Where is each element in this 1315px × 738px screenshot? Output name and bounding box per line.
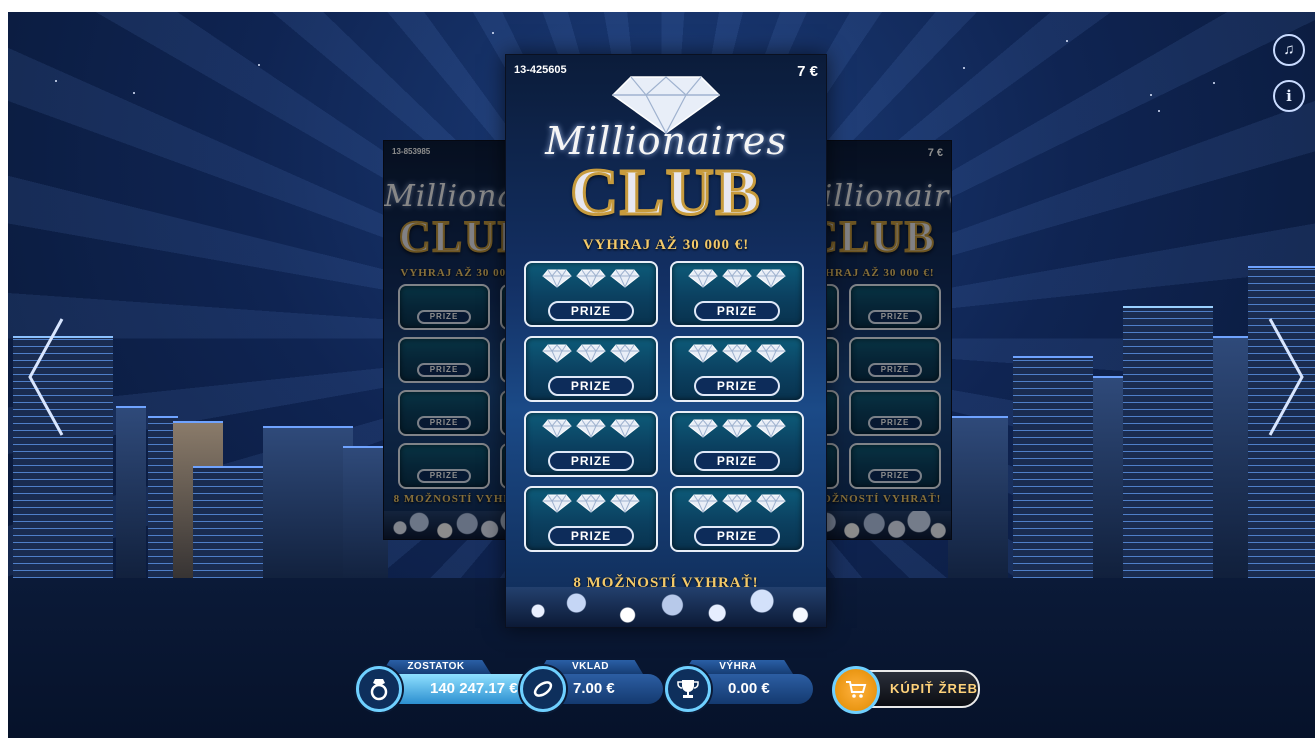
prize-label: PRIZE <box>417 416 471 430</box>
ticket-serial: 13-853985 <box>392 147 431 156</box>
prize-label: PRIZE <box>548 376 634 396</box>
diamond-icon <box>542 344 572 363</box>
cart-icon <box>832 666 880 714</box>
scratch-cell[interactable]: PRIZE <box>670 261 804 327</box>
prize-label: PRIZE <box>694 376 780 396</box>
star <box>963 67 965 69</box>
chevron-left-icon[interactable] <box>26 317 66 437</box>
scratch-cell[interactable]: PRIZE <box>524 336 658 402</box>
scratch-cell[interactable]: PRIZE <box>670 336 804 402</box>
info-icon[interactable]: i <box>1273 80 1305 112</box>
scratch-cell[interactable]: PRIZE <box>524 411 658 477</box>
prize-label: PRIZE <box>417 469 471 483</box>
balance-label: ZOSTATOK <box>381 660 491 674</box>
diamond-row <box>672 418 802 443</box>
diamond-icon <box>576 419 606 438</box>
prize-label: PRIZE <box>868 469 922 483</box>
buy-ticket-label: KÚPIŤ ŽREB <box>890 681 978 696</box>
diamond-icon <box>610 269 640 288</box>
star <box>1150 94 1152 96</box>
diamond-icon <box>756 494 786 513</box>
music-note-icon[interactable]: ♫ <box>1273 34 1305 66</box>
stake-value: 7.00 € <box>573 680 615 697</box>
diamond-pile <box>506 587 826 627</box>
diamond-icon <box>688 419 718 438</box>
diamond-icon <box>688 344 718 363</box>
diamond-row <box>672 493 802 518</box>
diamond-icon <box>542 494 572 513</box>
diamond-icon <box>542 269 572 288</box>
scratch-cell: PRIZE <box>398 390 490 436</box>
scratch-cell: PRIZE <box>398 337 490 383</box>
diamond-icon <box>722 269 752 288</box>
diamond-row <box>672 343 802 368</box>
scratch-cell[interactable]: PRIZE <box>524 261 658 327</box>
balance-value: 140 247.17 € <box>430 680 518 697</box>
scratch-cell: PRIZE <box>398 284 490 330</box>
trophy-icon <box>665 666 711 712</box>
diamond-icon <box>610 344 640 363</box>
prize-label: PRIZE <box>868 416 922 430</box>
buy-ticket-button[interactable]: KÚPIŤ ŽREB <box>832 666 980 714</box>
star <box>492 32 494 34</box>
scratch-cell: PRIZE <box>849 337 941 383</box>
star <box>1066 40 1068 42</box>
prize-label: PRIZE <box>548 526 634 546</box>
prize-label: PRIZE <box>868 363 922 377</box>
diamond-icon <box>756 419 786 438</box>
scratch-grid: PRIZE PRIZE PRIZE PRIZE PRIZE PRIZE PRIZE PRIZE <box>524 261 804 552</box>
scratch-cell: PRIZE <box>398 443 490 489</box>
diamond-icon <box>722 344 752 363</box>
ring-icon <box>356 666 402 712</box>
prize-label: PRIZE <box>694 301 780 321</box>
ticket-price: 7 € <box>797 63 818 80</box>
prize-label: PRIZE <box>694 451 780 471</box>
scratch-cell[interactable]: PRIZE <box>670 486 804 552</box>
diamond-icon <box>688 269 718 288</box>
prize-label: PRIZE <box>548 301 634 321</box>
diamond-icon <box>610 419 640 438</box>
star <box>133 92 135 94</box>
coin-icon <box>520 666 566 712</box>
star <box>258 64 260 66</box>
prize-label: PRIZE <box>417 310 471 324</box>
diamond-icon <box>576 269 606 288</box>
chevron-right-icon[interactable] <box>1266 317 1306 437</box>
star <box>55 80 57 82</box>
ticket-price: 7 € <box>927 147 943 159</box>
game-stage: ♫ i 13-853985 Millionaires CLUB VYHRAJ A… <box>8 12 1315 738</box>
diamond-icon <box>542 419 572 438</box>
scratch-cell: PRIZE <box>849 443 941 489</box>
diamond-icon <box>722 494 752 513</box>
ticket-headline: VYHRAJ AŽ 30 000 €! <box>582 237 750 253</box>
prize-label: PRIZE <box>868 310 922 324</box>
diamond-icon <box>688 494 718 513</box>
diamond-row <box>526 493 656 518</box>
scratch-cell[interactable]: PRIZE <box>670 411 804 477</box>
prize-label: PRIZE <box>694 526 780 546</box>
diamond-icon <box>756 269 786 288</box>
diamond-icon <box>722 419 752 438</box>
prize-label: PRIZE <box>548 451 634 471</box>
ticket-club-title: CLUB <box>569 155 762 231</box>
scratch-cell[interactable]: PRIZE <box>524 486 658 552</box>
star <box>1158 110 1160 112</box>
diamond-icon <box>576 494 606 513</box>
ticket-serial: 13-425605 <box>514 64 567 76</box>
diamond-row <box>672 268 802 293</box>
win-value: 0.00 € <box>728 680 770 697</box>
diamond-row <box>526 343 656 368</box>
main-ticket[interactable]: 13-425605 7 € Millionaires CLUB VYHRAJ A… <box>505 54 827 628</box>
right-skyline <box>948 258 1315 598</box>
diamond-row <box>526 268 656 293</box>
diamond-row <box>526 418 656 443</box>
star <box>1213 82 1215 84</box>
diamond-icon <box>610 494 640 513</box>
scratch-cell: PRIZE <box>849 284 941 330</box>
diamond-icon <box>576 344 606 363</box>
prize-label: PRIZE <box>417 363 471 377</box>
diamond-icon <box>756 344 786 363</box>
scratch-cell: PRIZE <box>849 390 941 436</box>
